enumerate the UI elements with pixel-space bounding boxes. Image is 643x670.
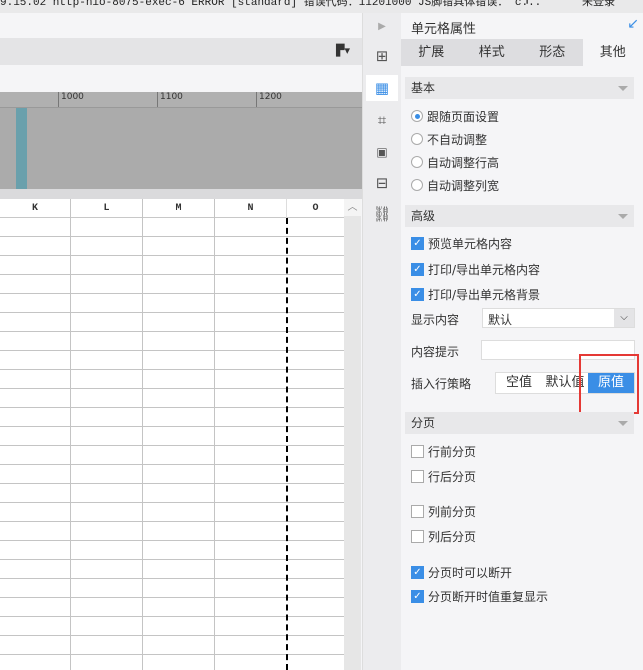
- page-margin-marker[interactable]: [16, 108, 27, 189]
- column-header-k[interactable]: K: [0, 199, 71, 218]
- option-label: 分页断开时值重复显示: [428, 589, 549, 604]
- option-label: 自动调整列宽: [427, 178, 500, 193]
- checkbox-page-before-row[interactable]: 行前分页: [411, 442, 476, 460]
- column-header-n[interactable]: N: [215, 199, 287, 218]
- widget-icon[interactable]: ▣: [369, 139, 395, 165]
- cell-properties-panel: 单元格属性 ↙ 扩展 样式 形态 其他 基本 跟随页面设置 不自动调整 自动调整…: [401, 13, 643, 670]
- checkbox-preview-content[interactable]: ✓ 预览单元格内容: [411, 234, 512, 252]
- insert-strategy-label: 插入行策略: [411, 377, 472, 391]
- option-label: 列后分页: [428, 529, 477, 544]
- option-label: 打印/导出单元格内容: [428, 262, 541, 277]
- border-frame-icon[interactable]: ⌗: [369, 107, 395, 133]
- panel-title: 单元格属性: [411, 22, 477, 37]
- section-title: 高级: [411, 209, 436, 223]
- link-icon[interactable]: ⛓: [369, 201, 395, 227]
- checkbox-icon[interactable]: [411, 469, 424, 483]
- status-bar: 9.15.02 http-nio-8075-exec-6 ERROR [stan…: [0, 0, 643, 13]
- column-header-l[interactable]: L: [71, 199, 143, 218]
- toolbar: ▛▾: [0, 38, 362, 65]
- cell-grid[interactable]: [0, 218, 345, 670]
- display-content-label: 显示内容: [411, 313, 460, 327]
- column-header: K L M N O: [0, 199, 345, 218]
- expand-arrow-icon[interactable]: ↙: [627, 16, 639, 32]
- checkbox-icon[interactable]: ✓: [411, 565, 424, 579]
- section-title: 基本: [411, 81, 436, 95]
- selected-value: 默认: [488, 313, 513, 327]
- format-dropdown-icon[interactable]: ▛▾: [336, 44, 350, 57]
- ruler-tick: 1100: [157, 92, 183, 107]
- tab-other[interactable]: 其他: [582, 39, 643, 66]
- column-header-o[interactable]: O: [287, 199, 345, 218]
- condition-icon[interactable]: ⊟: [369, 170, 395, 196]
- property-sidebar: ▶ ⊞ ▦ ⌗ ▣ ⊟ ⛓: [362, 13, 401, 670]
- option-label: 跟随页面设置: [427, 109, 500, 124]
- scroll-up-icon[interactable]: ︿: [344, 199, 361, 216]
- collapse-icon: [618, 421, 628, 431]
- option-label: 预览单元格内容: [428, 236, 513, 251]
- section-paging[interactable]: 分页: [405, 412, 634, 434]
- radio-no-auto[interactable]: 不自动调整: [411, 130, 487, 148]
- checkbox-print-content[interactable]: ✓ 打印/导出单元格内容: [411, 260, 540, 278]
- separator: [0, 189, 362, 199]
- checkbox-icon[interactable]: ✓: [411, 262, 424, 276]
- tooltip-label: 内容提示: [411, 345, 460, 359]
- collapse-icon: [618, 86, 628, 96]
- insert-empty-button[interactable]: 空值: [496, 373, 542, 393]
- display-content-select[interactable]: 默认 ⌵: [482, 308, 635, 328]
- radio-icon[interactable]: [411, 156, 423, 168]
- option-label: 分页时可以断开: [428, 565, 513, 580]
- option-label: 自动调整行高: [427, 155, 500, 170]
- property-tabs: 扩展 样式 形态 其他: [401, 39, 643, 66]
- option-label: 行后分页: [428, 469, 477, 484]
- section-basic[interactable]: 基本: [405, 77, 634, 99]
- vertical-scrollbar[interactable]: ︿: [344, 199, 361, 670]
- cell-element-icon[interactable]: ⊞: [369, 43, 395, 69]
- radio-icon[interactable]: [411, 110, 423, 122]
- search-icon[interactable]: ⚲: [522, 0, 532, 6]
- radio-icon[interactable]: [411, 179, 423, 191]
- checkbox-icon[interactable]: ✓: [411, 236, 424, 250]
- tab-extend[interactable]: 扩展: [401, 39, 462, 66]
- option-label: 列前分页: [428, 504, 477, 519]
- highlight-box: [579, 354, 639, 414]
- checkbox-icon[interactable]: [411, 504, 424, 518]
- ruler: 1000 1100 1200: [0, 92, 362, 108]
- section-advanced[interactable]: 高级: [405, 205, 634, 227]
- checkbox-allow-break[interactable]: ✓ 分页时可以断开: [411, 563, 512, 581]
- ruler-tick: 1000: [58, 92, 84, 107]
- option-label: 打印/导出单元格背景: [428, 287, 541, 302]
- radio-auto-col-width[interactable]: 自动调整列宽: [411, 176, 499, 194]
- checkbox-icon[interactable]: ✓: [411, 589, 424, 603]
- checkbox-icon[interactable]: [411, 444, 424, 458]
- option-label: 行前分页: [428, 444, 477, 459]
- column-divider: [142, 199, 143, 670]
- checkbox-page-after-row[interactable]: 行后分页: [411, 467, 476, 485]
- radio-icon[interactable]: [411, 133, 423, 145]
- radio-auto-row-height[interactable]: 自动调整行高: [411, 153, 499, 171]
- column-header-m[interactable]: M: [143, 199, 215, 218]
- page-break-line: [286, 218, 288, 670]
- cell-property-icon[interactable]: ▦: [366, 75, 398, 101]
- collapse-icon: [618, 214, 628, 224]
- checkbox-page-after-col[interactable]: 列后分页: [411, 527, 476, 545]
- column-divider: [214, 199, 215, 670]
- checkbox-icon[interactable]: ✓: [411, 287, 424, 301]
- ruler-tick: 1200: [256, 92, 282, 107]
- option-label: 不自动调整: [427, 132, 488, 147]
- tab-style[interactable]: 样式: [462, 39, 523, 66]
- login-status[interactable]: 未登录: [582, 0, 615, 9]
- tab-form[interactable]: 形态: [522, 39, 583, 66]
- checkbox-icon[interactable]: [411, 529, 424, 543]
- column-divider: [70, 199, 71, 670]
- checkbox-print-background[interactable]: ✓ 打印/导出单元格背景: [411, 285, 540, 303]
- checkbox-page-before-col[interactable]: 列前分页: [411, 502, 476, 520]
- radio-follow-page[interactable]: 跟随页面设置: [411, 107, 499, 125]
- page-preview-area: [0, 108, 362, 189]
- section-title: 分页: [411, 416, 436, 430]
- collapse-arrow-icon[interactable]: ▶: [369, 13, 395, 39]
- checkbox-repeat-on-break[interactable]: ✓ 分页断开时值重复显示: [411, 587, 548, 605]
- chevron-down-icon[interactable]: ⌵: [614, 309, 634, 327]
- status-text: 9.15.02 http-nio-8075-exec-6 ERROR [stan…: [0, 0, 542, 9]
